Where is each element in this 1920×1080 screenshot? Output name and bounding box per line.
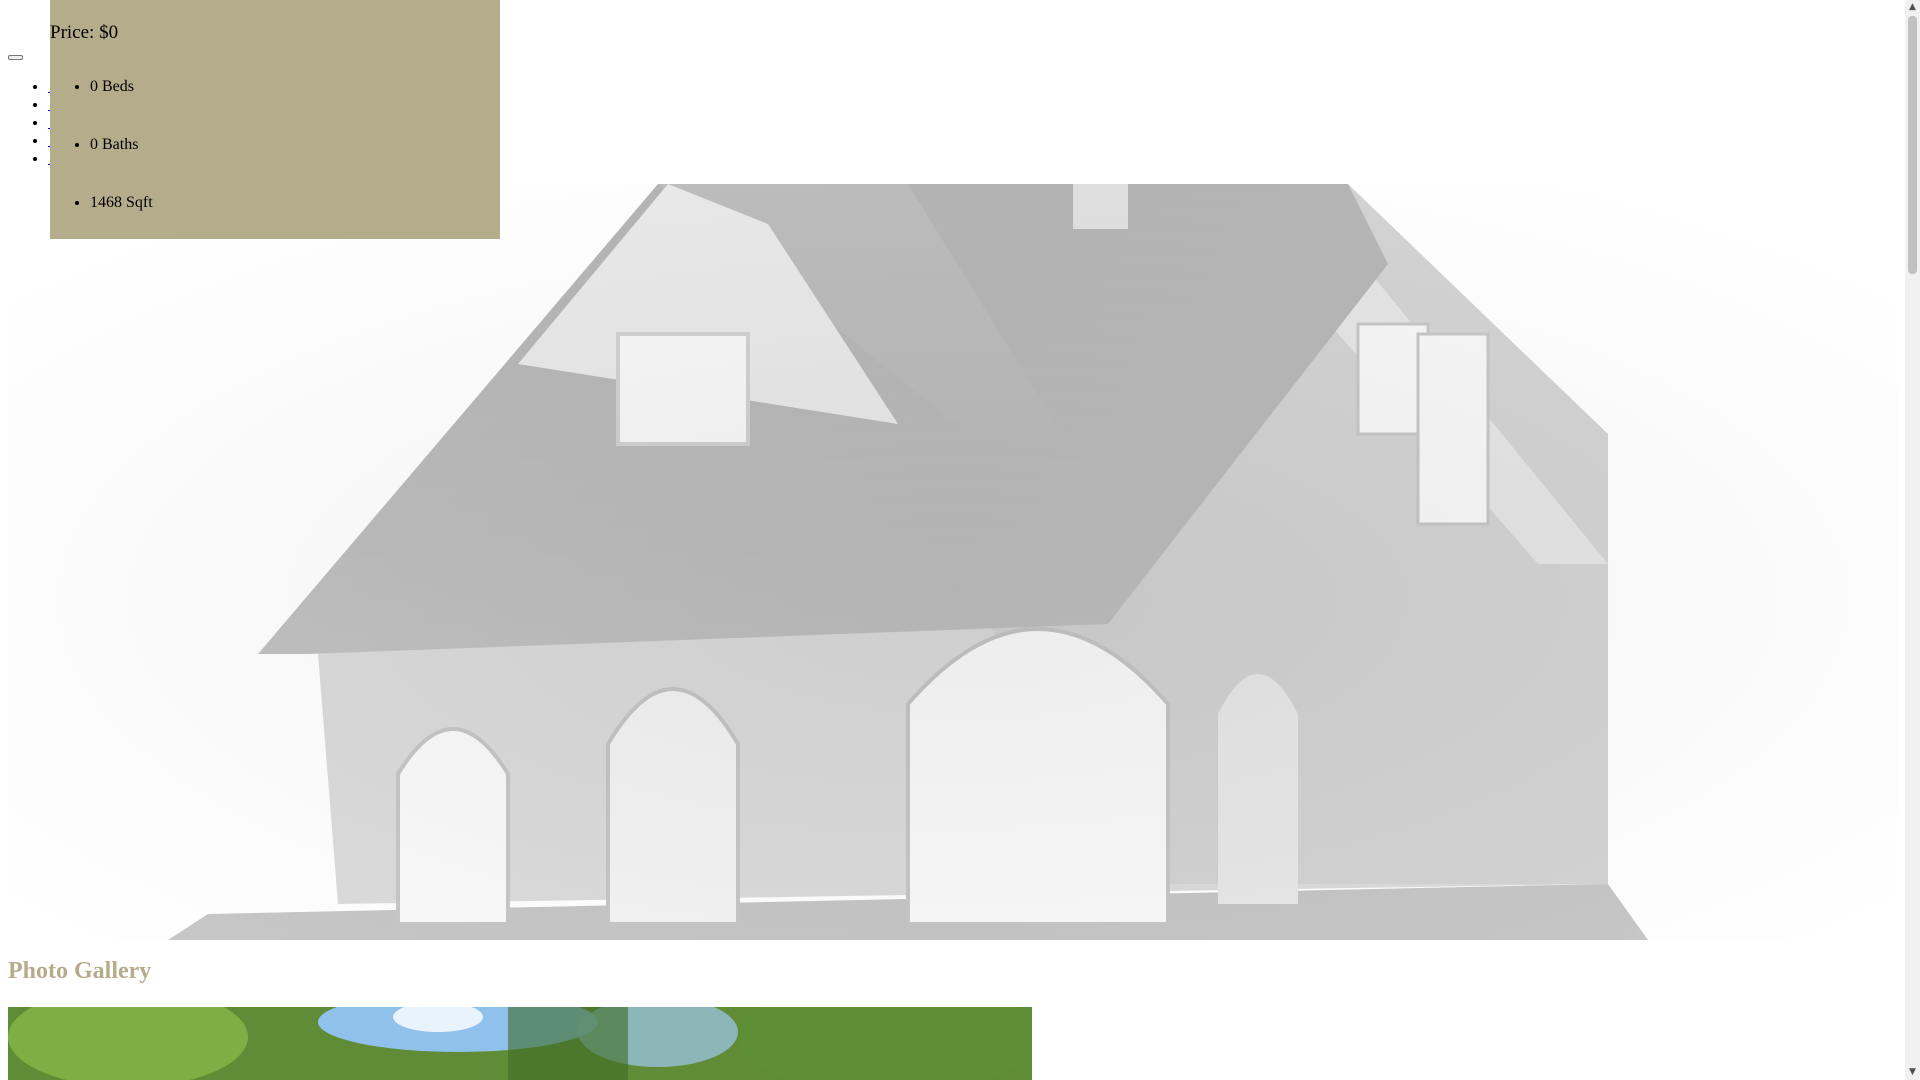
listing-features: 0 Beds 0 Baths 1468 Sqft: [50, 64, 490, 238]
page-scrollbar[interactable]: ▲ ▼: [1905, 0, 1920, 1080]
feature-baths: 0 Baths: [90, 122, 490, 180]
chevron-down-icon[interactable]: ▼: [1905, 1065, 1920, 1080]
chevron-up-icon[interactable]: ▲: [1905, 0, 1920, 15]
feature-sqft: 1468 Sqft: [90, 180, 490, 238]
nav-toggle-button[interactable]: [8, 55, 23, 60]
gallery-title: Photo Gallery: [8, 958, 152, 984]
main-nav: [0, 78, 52, 168]
house-illustration: [8, 184, 1898, 940]
listing-info-panel: Price: $0 0 Beds 0 Baths 1468 Sqft: [50, 0, 500, 239]
hero-house-image: [8, 184, 1898, 940]
gallery-photo-image: [8, 1007, 1032, 1080]
feature-beds: 0 Beds: [90, 64, 490, 122]
gallery-photo[interactable]: [8, 1007, 1032, 1080]
listing-price: Price: $0: [50, 22, 119, 43]
scrollbar-thumb[interactable]: [1908, 16, 1917, 274]
